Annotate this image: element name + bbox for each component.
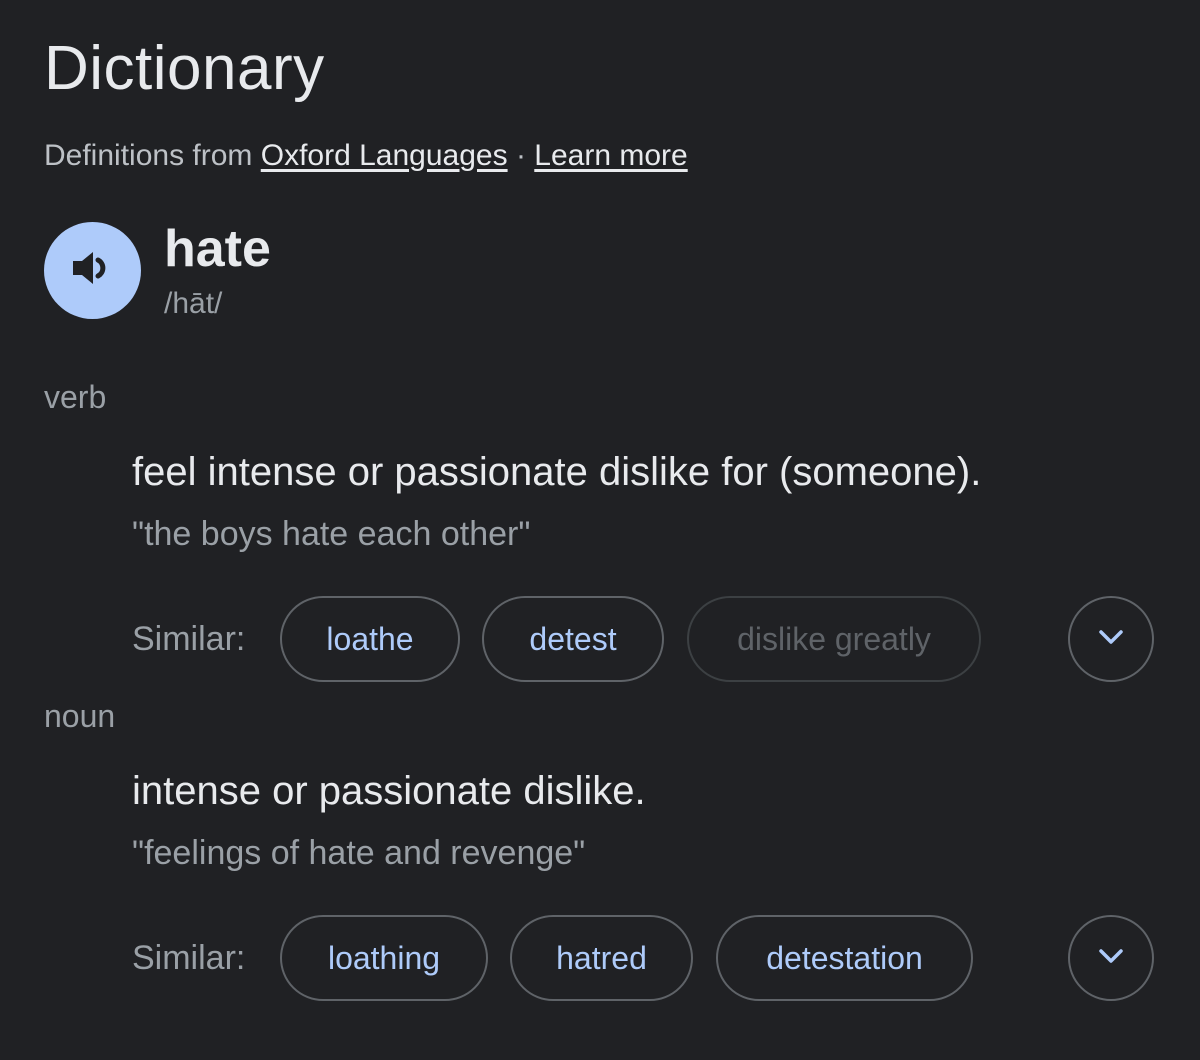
similar-chip-loathing[interactable]: loathing	[280, 915, 488, 1001]
learn-more-link[interactable]: Learn more	[534, 139, 687, 172]
example-noun: "feelings of hate and revenge"	[132, 834, 586, 872]
part-of-speech-noun: noun	[44, 698, 116, 734]
oxford-languages-link[interactable]: Oxford Languages	[261, 139, 508, 172]
pronunciation-button[interactable]	[44, 222, 141, 319]
source-separator: ·	[515, 139, 526, 172]
similar-row-verb: Similar: loathe detest dislike greatly	[132, 596, 1154, 682]
similar-label: Similar:	[132, 939, 246, 977]
expand-similar-noun-button[interactable]	[1068, 915, 1154, 1001]
source-prefix: Definitions from	[44, 139, 253, 172]
similar-chip-detestation[interactable]: detestation	[716, 915, 973, 1001]
definition-noun: intense or passionate dislike.	[132, 769, 646, 813]
similar-chip-detest[interactable]: detest	[482, 596, 664, 682]
part-of-speech-verb: verb	[44, 379, 107, 415]
chevron-down-icon	[1096, 946, 1126, 971]
similar-label: Similar:	[132, 620, 246, 658]
headword: hate	[164, 220, 271, 278]
phonetic: /hāt/	[164, 287, 223, 320]
page-title: Dictionary	[44, 34, 325, 103]
speaker-icon	[69, 244, 117, 297]
similar-row-noun: Similar: loathing hatred detestation	[132, 915, 1154, 1001]
similar-chip-dislike-greatly: dislike greatly	[687, 596, 981, 682]
source-line: Definitions from Oxford Languages · Lear…	[44, 138, 688, 174]
definition-verb: feel intense or passionate dislike for (…	[132, 450, 982, 494]
chevron-down-icon	[1096, 627, 1126, 652]
example-verb: "the boys hate each other"	[132, 515, 531, 553]
similar-chip-loathe[interactable]: loathe	[280, 596, 460, 682]
expand-similar-verb-button[interactable]	[1068, 596, 1154, 682]
similar-chip-hatred[interactable]: hatred	[510, 915, 693, 1001]
